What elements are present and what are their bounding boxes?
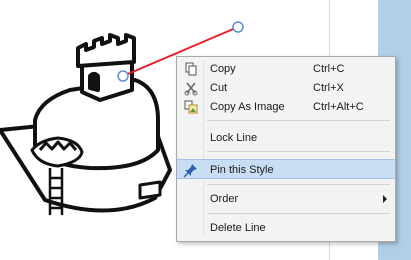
context-menu: Copy Ctrl+C Cut Ctrl+X Copy As Image Ctr… (176, 56, 396, 242)
menu-item-copy-as-image[interactable]: Copy As Image Ctrl+Alt+C (177, 98, 395, 116)
menu-separator (207, 184, 390, 185)
menu-item-shortcut: Ctrl+X (313, 82, 344, 94)
connector-start-handle[interactable] (117, 70, 129, 82)
menu-item-label: Cut (210, 82, 228, 94)
menu-item-label: Lock Line (210, 132, 258, 144)
copy-image-icon (184, 100, 198, 114)
menu-item-order[interactable]: Order (177, 190, 395, 208)
connector-end-handle[interactable] (232, 21, 244, 33)
menu-item-label: Order (210, 193, 239, 205)
menu-item-lock-line[interactable]: Lock Line (177, 129, 395, 147)
scissors-icon (184, 82, 198, 96)
menu-item-shortcut: Ctrl+C (313, 63, 345, 75)
castle-illustration[interactable] (0, 33, 172, 215)
menu-separator (207, 120, 390, 121)
pin-icon (183, 164, 197, 178)
menu-item-label: Pin this Style (210, 164, 274, 176)
menu-separator (207, 151, 390, 152)
menu-item-label: Copy As Image (210, 101, 285, 113)
submenu-arrow-icon (383, 195, 387, 203)
menu-item-delete-line[interactable]: Delete Line (177, 219, 395, 237)
menu-item-copy[interactable]: Copy Ctrl+C (177, 60, 395, 78)
menu-item-shortcut: Ctrl+Alt+C (313, 101, 364, 113)
menu-item-pin-this-style[interactable]: Pin this Style (177, 159, 395, 179)
copy-icon (185, 62, 197, 76)
menu-item-label: Delete Line (210, 222, 266, 234)
menu-item-label: Copy (210, 63, 236, 75)
menu-separator (207, 213, 390, 214)
menu-item-cut[interactable]: Cut Ctrl+X (177, 79, 395, 97)
